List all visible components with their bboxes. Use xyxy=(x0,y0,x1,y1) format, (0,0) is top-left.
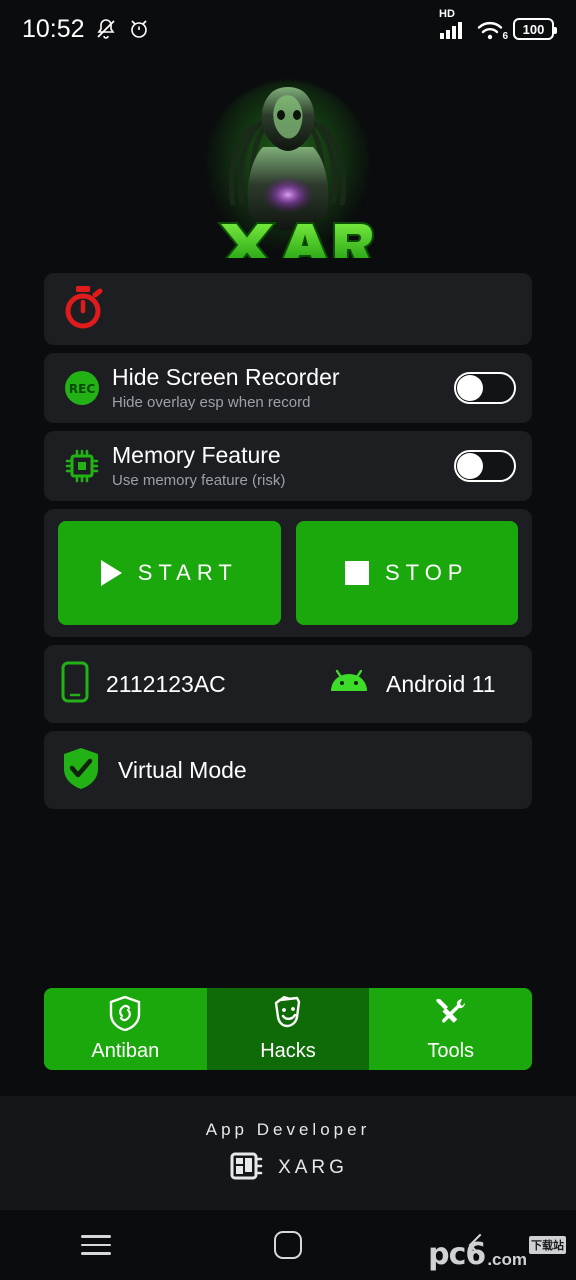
nav-tab-tools[interactable]: Tools xyxy=(369,988,532,1070)
status-bar: 10:52 HD 6 100 xyxy=(0,0,576,58)
device-info-card: 2112123AC Android 11 xyxy=(44,645,532,723)
play-icon xyxy=(100,560,122,586)
memory-feature-toggle[interactable] xyxy=(454,450,516,482)
nav-tab-antiban-label: Antiban xyxy=(91,1040,160,1062)
bell-mute-icon xyxy=(94,17,118,41)
hide-screen-recorder-text: Hide Screen Recorder Hide overlay esp wh… xyxy=(106,364,454,411)
alarm-clock-icon xyxy=(127,17,151,41)
wifi-generation-label: 6 xyxy=(502,31,508,42)
memory-feature-title: Memory Feature xyxy=(112,442,281,469)
device-model-group: 2112123AC xyxy=(60,661,328,708)
recents-button[interactable] xyxy=(0,1229,192,1261)
home-button[interactable] xyxy=(192,1231,384,1259)
hide-screen-recorder-row[interactable]: REC Hide Screen Recorder Hide overlay es… xyxy=(44,353,532,423)
bottom-nav: Antiban Hacks Tools xyxy=(44,988,532,1070)
stop-icon xyxy=(344,561,369,585)
footer-title: App Developer xyxy=(205,1119,371,1139)
action-buttons-card: START STOP xyxy=(44,509,532,637)
chip-dashboard-icon xyxy=(228,1150,264,1187)
virtual-mode-card[interactable]: Virtual Mode xyxy=(44,731,532,809)
battery-icon: 100 xyxy=(513,18,557,40)
cpu-chip-icon xyxy=(58,447,106,485)
start-button-label: START xyxy=(137,560,238,585)
android-navigation-bar: pc6 .com 下载站 xyxy=(0,1210,576,1280)
os-version-label: Android 11 xyxy=(386,670,496,697)
battery-level: 100 xyxy=(522,21,545,37)
home-icon xyxy=(274,1231,302,1259)
watermark-badge: 下载站 xyxy=(529,1236,566,1254)
memory-feature-subtitle: Use memory feature (risk) xyxy=(112,471,286,489)
hd-label: HD xyxy=(439,8,455,20)
watermark-domain: .com xyxy=(487,1250,527,1269)
stop-button[interactable]: STOP xyxy=(295,521,518,625)
hide-screen-recorder-toggle[interactable] xyxy=(454,372,516,404)
toggle-knob xyxy=(457,453,483,479)
pc6-watermark: pc6 .com 下载站 xyxy=(428,1236,566,1272)
app-logo xyxy=(0,58,576,273)
toggle-knob xyxy=(457,375,483,401)
os-version-group: Android 11 xyxy=(328,669,496,700)
stopwatch-icon xyxy=(62,284,104,335)
memory-feature-row[interactable]: Memory Feature Use memory feature (risk) xyxy=(44,431,532,501)
main-content: REC Hide Screen Recorder Hide overlay es… xyxy=(0,273,576,809)
status-bar-right: HD 6 100 xyxy=(439,8,557,42)
nav-tab-tools-label: Tools xyxy=(427,1040,475,1062)
watermark-main: pc6 xyxy=(428,1237,486,1272)
device-model-label: 2112123AC xyxy=(106,670,226,697)
signal-icon: HD xyxy=(439,8,467,40)
svg-text:REC: REC xyxy=(69,382,95,396)
status-time: 10:52 xyxy=(22,14,85,43)
hide-screen-recorder-subtitle: Hide overlay esp when record xyxy=(112,393,311,411)
stop-button-label: STOP xyxy=(384,560,469,585)
start-button[interactable]: START xyxy=(58,521,281,625)
nav-tab-hacks-label: Hacks xyxy=(260,1040,316,1062)
nav-tab-hacks[interactable]: Hacks xyxy=(206,988,370,1070)
nav-tab-antiban[interactable]: Antiban xyxy=(44,988,207,1070)
wifi-icon: 6 xyxy=(476,20,508,42)
rec-icon: REC xyxy=(58,369,106,407)
hide-screen-recorder-title: Hide Screen Recorder xyxy=(112,364,340,391)
footer: App Developer XARG xyxy=(0,1096,576,1210)
smartphone-icon xyxy=(60,661,90,708)
footer-developer: XARG xyxy=(228,1150,348,1187)
virtual-mode-label: Virtual Mode xyxy=(118,756,247,783)
menu-icon xyxy=(81,1229,111,1261)
android-icon xyxy=(328,669,370,700)
xarg-logo-art xyxy=(216,87,374,258)
tools-icon xyxy=(434,995,468,1036)
timer-card[interactable] xyxy=(44,273,532,345)
shield-check-icon xyxy=(60,745,102,796)
status-bar-left: 10:52 xyxy=(22,15,151,44)
shield-link-icon xyxy=(108,995,142,1036)
memory-feature-text: Memory Feature Use memory feature (risk) xyxy=(106,442,454,489)
footer-developer-name: XARG xyxy=(278,1157,348,1178)
theater-mask-icon xyxy=(271,995,305,1036)
